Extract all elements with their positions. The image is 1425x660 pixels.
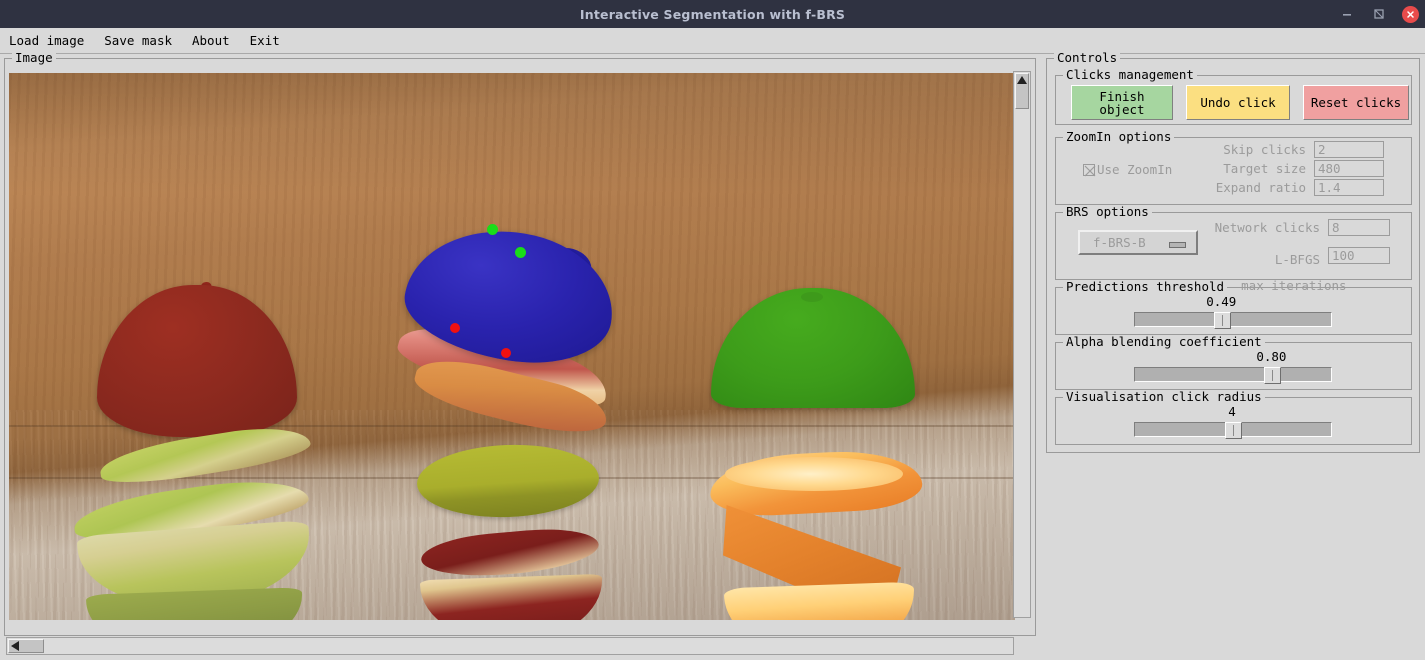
scroll-left-icon[interactable] xyxy=(11,641,19,651)
lbfgs-max-iterations-input[interactable]: 100 xyxy=(1328,247,1390,264)
minimize-icon[interactable] xyxy=(1338,5,1356,23)
brs-options-group: BRS options f-BRS-B Network clicks 8 L-B… xyxy=(1055,205,1412,292)
menu-item-exit[interactable]: Exit xyxy=(248,32,282,49)
expand-ratio-input[interactable]: 1.4 xyxy=(1314,179,1384,196)
expand-ratio-label: Expand ratio xyxy=(1215,180,1306,195)
predictions-threshold-group: Predictions threshold 0.49 xyxy=(1055,280,1412,335)
brs-mode-value: f-BRS-B xyxy=(1093,235,1146,250)
brs-mode-dropdown[interactable]: f-BRS-B xyxy=(1078,230,1198,255)
orange-slice-core xyxy=(725,457,903,491)
apple-wedge xyxy=(419,573,605,620)
window-controls xyxy=(1338,0,1419,28)
window-title: Interactive Segmentation with f-BRS xyxy=(579,6,846,22)
image-panel-title: Image xyxy=(12,51,56,65)
clicks-management-title: Clicks management xyxy=(1063,68,1197,82)
image-canvas[interactable] xyxy=(9,73,1015,620)
zoomin-options-group: ZoomIn options Use ZoomIn Skip clicks 2 … xyxy=(1055,130,1412,205)
clicks-management-group: Clicks management Finish object Undo cli… xyxy=(1055,68,1412,125)
positive-click-marker xyxy=(487,224,498,235)
brs-options-title: BRS options xyxy=(1063,205,1152,219)
click-radius-title: Visualisation click radius xyxy=(1063,390,1265,404)
alpha-blending-value: 0.80 xyxy=(1256,349,1287,364)
finish-object-button[interactable]: Finish object xyxy=(1071,85,1173,120)
orange-slice xyxy=(723,581,917,620)
network-clicks-input[interactable]: 8 xyxy=(1328,219,1390,236)
alpha-blending-title: Alpha blending coefficient xyxy=(1063,335,1265,349)
negative-click-marker xyxy=(450,323,460,333)
menu-item-load-image[interactable]: Load image xyxy=(7,32,86,49)
close-icon[interactable] xyxy=(1402,5,1419,23)
scroll-up-icon[interactable] xyxy=(1017,76,1027,84)
skip-clicks-input[interactable]: 2 xyxy=(1314,141,1384,158)
menu-item-about[interactable]: About xyxy=(190,32,232,49)
title-bar: Interactive Segmentation with f-BRS xyxy=(0,0,1425,28)
orange-stem-nub xyxy=(801,292,823,302)
use-zoomin-label: Use ZoomIn xyxy=(1097,162,1173,177)
checkbox-checked-icon[interactable] xyxy=(1083,163,1096,176)
predictions-threshold-slider[interactable] xyxy=(1134,312,1332,329)
finish-object-label-line2: object xyxy=(1099,101,1145,117)
lbfgs-label-line1: L-BFGS xyxy=(1274,252,1320,267)
target-size-label: Target size xyxy=(1223,161,1306,176)
click-radius-value: 4 xyxy=(1228,404,1236,419)
menu-item-save-mask[interactable]: Save mask xyxy=(102,32,174,49)
alpha-blending-slider-thumb[interactable] xyxy=(1263,367,1281,384)
skip-clicks-label: Skip clicks xyxy=(1223,142,1306,157)
negative-click-marker xyxy=(501,348,511,358)
predictions-threshold-value: 0.49 xyxy=(1206,294,1237,309)
target-size-input[interactable]: 480 xyxy=(1314,160,1384,177)
chevron-down-icon[interactable] xyxy=(1169,242,1186,248)
zoomin-options-title: ZoomIn options xyxy=(1063,130,1175,144)
horizontal-scrollbar[interactable] xyxy=(6,637,1014,655)
reset-clicks-button[interactable]: Reset clicks xyxy=(1303,85,1409,120)
click-radius-slider-thumb[interactable] xyxy=(1224,422,1242,439)
predictions-threshold-slider-thumb[interactable] xyxy=(1213,312,1231,329)
predictions-threshold-title: Predictions threshold xyxy=(1063,280,1228,294)
controls-panel: Controls Clicks management Finish object… xyxy=(1046,51,1420,453)
click-radius-group: Visualisation click radius 4 xyxy=(1055,390,1412,445)
network-clicks-label: Network clicks xyxy=(1214,220,1320,235)
click-radius-slider[interactable] xyxy=(1134,422,1332,439)
segmentation-photo xyxy=(9,73,1015,620)
vertical-scrollbar[interactable] xyxy=(1013,71,1031,618)
controls-panel-title: Controls xyxy=(1054,51,1121,65)
menu-bar: Load image Save mask About Exit xyxy=(0,28,1425,54)
maximize-icon[interactable] xyxy=(1370,5,1388,23)
use-zoomin-checkbox[interactable]: Use ZoomIn xyxy=(1083,162,1172,177)
alpha-blending-slider[interactable] xyxy=(1134,367,1332,384)
alpha-blending-group: Alpha blending coefficient 0.80 xyxy=(1055,335,1412,390)
positive-click-marker xyxy=(515,247,526,258)
undo-click-button[interactable]: Undo click xyxy=(1186,85,1290,120)
image-panel: Image xyxy=(4,51,1036,636)
